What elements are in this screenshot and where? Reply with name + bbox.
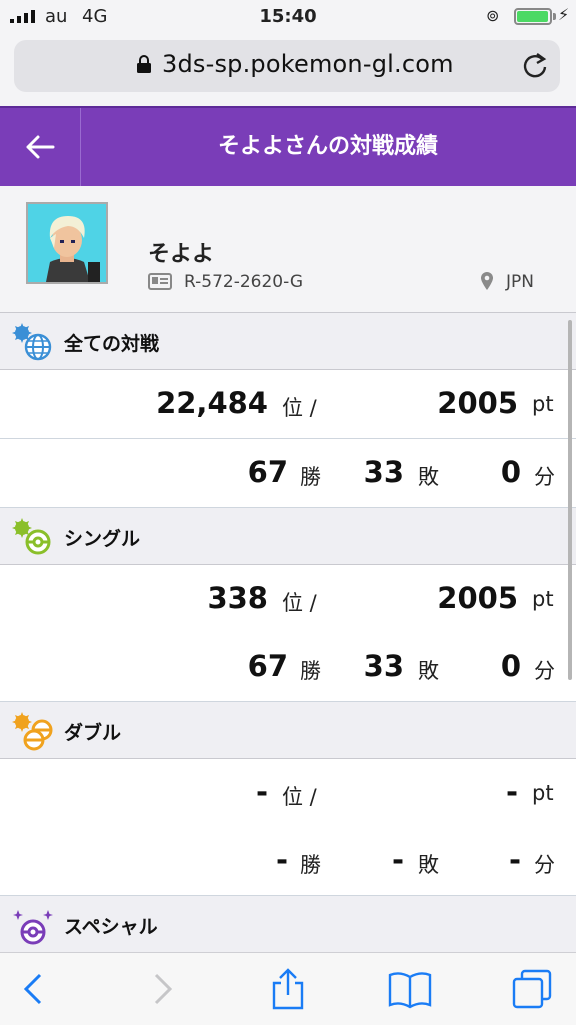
scrollbar[interactable] <box>568 320 572 680</box>
section-header-single: シングル <box>0 508 576 565</box>
record-row-all: 67 勝 33 敗 0 分 <box>0 439 576 508</box>
section-header-special: スペシャル <box>0 896 576 953</box>
reload-icon[interactable] <box>520 51 550 81</box>
draws-value: - <box>508 843 521 877</box>
points-value: - <box>505 775 518 809</box>
rank-unit: 位 / <box>282 396 317 420</box>
rank-row-double: - 位 / - pt <box>0 759 576 828</box>
player-id: R-572-2620-G <box>184 272 304 292</box>
section-header-double: ダブル <box>0 702 576 759</box>
wins-value: 67 <box>247 649 288 683</box>
browser-toolbar <box>0 952 576 1025</box>
location-pin-icon <box>481 272 493 290</box>
rank-value: - <box>255 775 268 809</box>
draws-unit: 分 <box>534 465 555 489</box>
losses-value: 33 <box>363 649 404 683</box>
battery-icon <box>514 8 552 25</box>
points-unit: pt <box>532 781 554 805</box>
draws-value: 0 <box>500 455 521 489</box>
section-label: シングル <box>64 528 141 550</box>
rank-value: 338 <box>207 581 268 615</box>
wins-unit: 勝 <box>300 853 321 877</box>
rank-row-all: 22,484 位 / 2005 pt <box>0 370 576 439</box>
rank-unit: 位 / <box>282 785 317 809</box>
tabs-icon[interactable] <box>510 967 554 1011</box>
draws-unit: 分 <box>534 853 555 877</box>
draws-value: 0 <box>500 649 521 683</box>
losses-value: 33 <box>363 455 404 489</box>
chevron-left-icon[interactable] <box>12 967 56 1011</box>
record-row-double: - 勝 - 敗 - 分 <box>0 827 576 896</box>
battery-tip <box>553 13 556 20</box>
player-country: JPN <box>506 272 534 292</box>
section-header-all: 全ての対戦 <box>0 313 576 370</box>
player-profile: そよよ R-572-2620-G JPN <box>0 186 576 313</box>
losses-unit: 敗 <box>418 659 439 683</box>
points-value: 2005 <box>437 581 518 615</box>
losses-unit: 敗 <box>418 853 439 877</box>
share-icon[interactable] <box>266 967 310 1011</box>
section-label: ダブル <box>64 722 122 744</box>
single-battle-icon <box>12 518 51 555</box>
record-row-single: 67 勝 33 敗 0 分 <box>0 633 576 702</box>
rank-row-single: 338 位 / 2005 pt <box>0 565 576 634</box>
wins-unit: 勝 <box>300 465 321 489</box>
wins-unit: 勝 <box>300 659 321 683</box>
avatar <box>26 202 108 284</box>
points-value: 2005 <box>437 386 518 420</box>
id-card-icon <box>148 273 172 290</box>
rotation-lock-icon: ⊚ <box>486 6 500 25</box>
points-unit: pt <box>532 392 554 416</box>
page-title: そよよさんの対戦成績 <box>217 134 438 159</box>
section-label: 全ての対戦 <box>64 333 160 355</box>
double-battle-icon <box>12 712 53 751</box>
rank-unit: 位 / <box>282 591 317 615</box>
points-unit: pt <box>532 587 554 611</box>
charging-icon: ⚡ <box>558 5 570 24</box>
losses-value: - <box>391 843 404 877</box>
back-button[interactable] <box>0 108 81 186</box>
special-battle-icon <box>13 910 53 945</box>
rank-value: 22,484 <box>156 386 268 420</box>
player-name: そよよ <box>148 242 215 267</box>
status-bar: au 4G 15:40 ⊚ ⚡ <box>0 0 576 34</box>
url-text[interactable]: 3ds-sp.pokemon-gl.com <box>162 50 454 78</box>
lock-icon <box>137 55 151 73</box>
page-header: そよよさんの対戦成績 <box>0 106 576 186</box>
globe-icon <box>12 323 52 361</box>
wins-value: - <box>275 843 288 877</box>
browser-address-area: 3ds-sp.pokemon-gl.com <box>0 34 576 106</box>
chevron-right-icon[interactable] <box>140 967 184 1011</box>
address-bar[interactable]: 3ds-sp.pokemon-gl.com <box>14 40 560 92</box>
arrow-left-icon <box>26 135 55 159</box>
section-label: スペシャル <box>64 916 158 938</box>
losses-unit: 敗 <box>418 465 439 489</box>
wins-value: 67 <box>247 455 288 489</box>
bookmarks-icon[interactable] <box>388 967 432 1011</box>
draws-unit: 分 <box>534 659 555 683</box>
